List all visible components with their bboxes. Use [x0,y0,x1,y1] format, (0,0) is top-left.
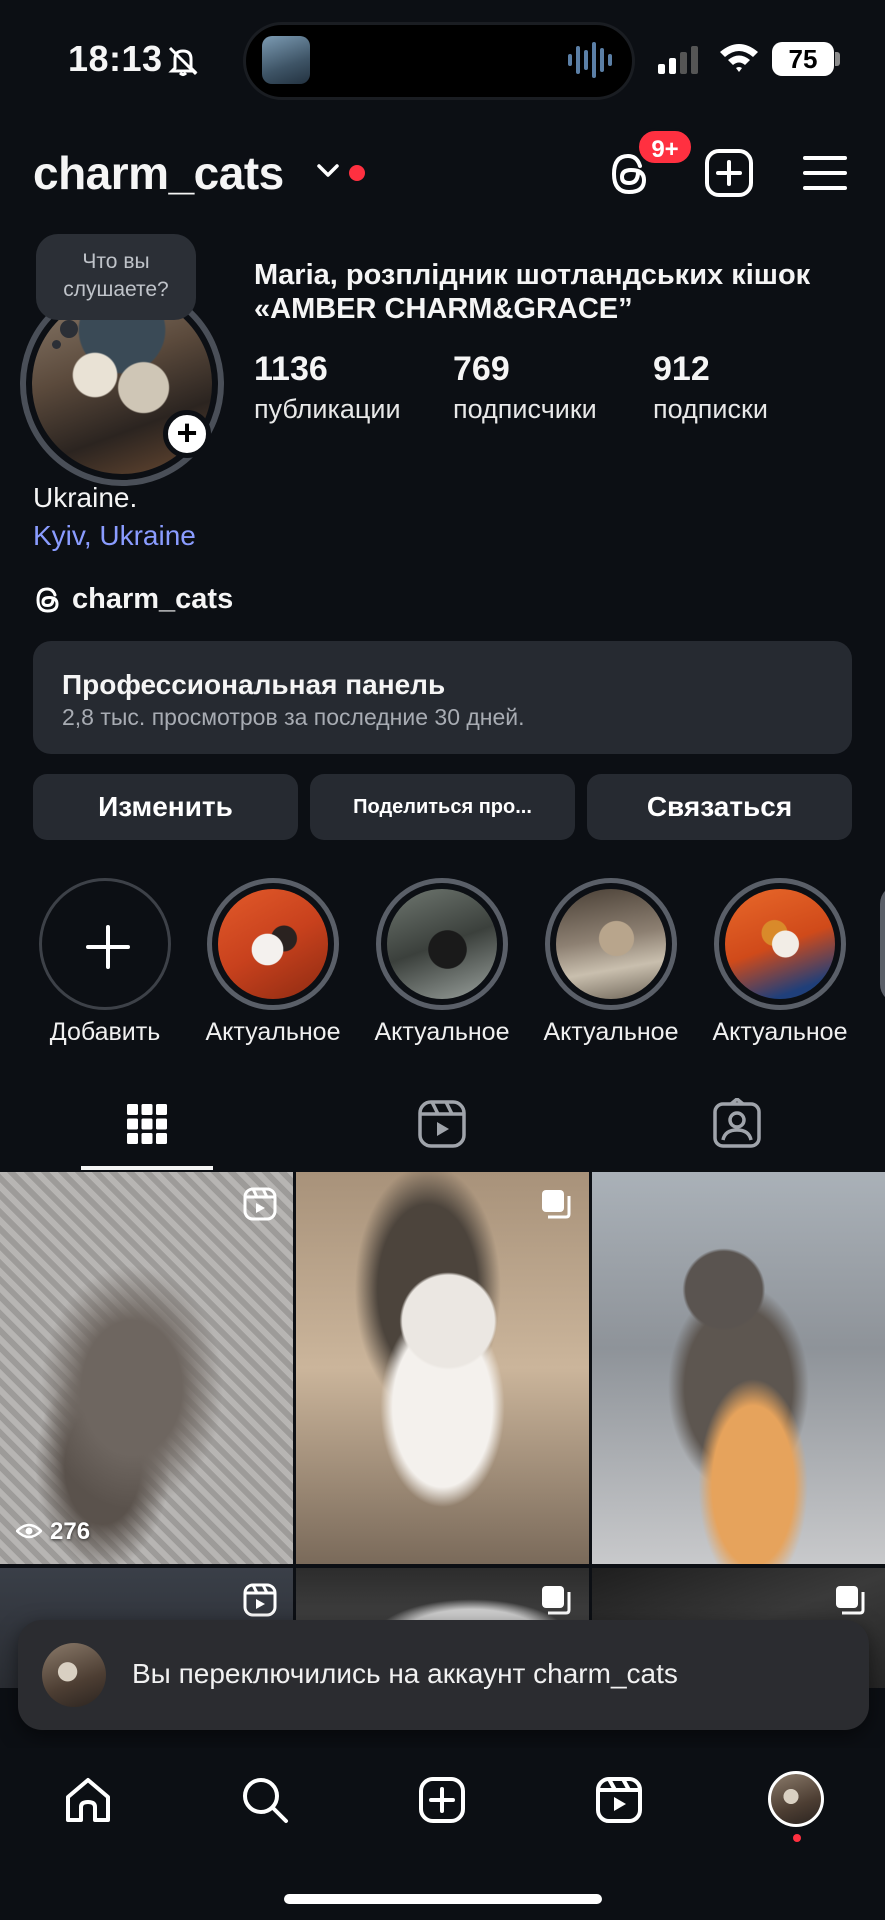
reel-indicator-icon [243,1583,277,1617]
account-switcher-username[interactable]: charm_cats [33,146,284,200]
create-post-icon[interactable] [704,148,754,198]
new-activity-dot [349,165,365,181]
views-count: 276 [50,1518,91,1545]
highlight-item[interactable] [207,878,339,1010]
new-highlight-button[interactable] [39,878,171,1010]
highlight-cover [218,889,328,999]
highlight-label: Актуальное [712,1018,848,1046]
note-bubble-tail [60,320,78,338]
followers-count[interactable]: 769 [453,350,510,389]
active-tab-indicator [81,1166,213,1170]
views-eye-icon [16,1523,42,1539]
home-indicator[interactable] [284,1894,602,1904]
highlight-cover [725,889,835,999]
new-highlight-label: Добавить [49,1018,161,1046]
carousel-indicator-icon [836,1586,865,1615]
highlight-label: Актуальное [374,1018,510,1046]
status-time: 18:13 [68,38,163,79]
note-bubble-tail-small [52,340,61,349]
plus-icon [86,925,130,969]
note-bubble[interactable]: Что вы слушаете? [36,234,196,320]
profile-tab-avatar[interactable] [768,1771,824,1827]
chevron-down-icon[interactable] [315,160,341,182]
tagged-icon[interactable] [711,1098,763,1150]
followers-label[interactable]: подписчики [453,394,597,425]
reel-indicator-icon [243,1187,277,1221]
highlight-cover [387,889,497,999]
following-label[interactable]: подписки [653,394,768,425]
toast-message: Вы переключились на аккаунт charm_cats [132,1658,678,1689]
grid-icon[interactable] [121,1098,173,1150]
audio-waveform-icon [568,42,612,78]
post-thumbnail[interactable] [296,1172,589,1564]
contact-button[interactable]: Связаться [587,774,852,840]
reels-icon[interactable] [416,1098,468,1150]
highlight-cover [556,889,666,999]
post-thumbnail[interactable] [592,1172,885,1564]
highlight-label: Актуальное [543,1018,679,1046]
professional-dashboard-subtitle: 2,8 тыс. просмотров за последние 30 дней… [62,704,525,730]
highlight-item[interactable] [714,878,846,1010]
carousel-indicator-icon [542,1586,571,1615]
share-profile-button[interactable]: Поделиться про... [310,774,575,840]
carousel-indicator-icon [542,1190,571,1219]
following-count[interactable]: 912 [653,350,710,389]
battery-level: 75 [772,42,834,76]
wifi-icon [720,44,758,72]
bio-text: Ukraine. [33,482,138,513]
home-icon[interactable] [63,1775,113,1825]
now-playing-thumbnail[interactable] [262,36,310,84]
post-thumbnail[interactable] [0,1172,293,1564]
create-icon[interactable] [417,1775,467,1825]
profile-notification-dot [793,1834,801,1842]
professional-dashboard-title: Профессиональная панель [62,669,446,700]
profile-full-name: Maria, розплідник шотландських кішок «AM… [254,259,811,325]
highlight-item-partial[interactable] [880,884,885,1004]
reels-nav-icon[interactable] [594,1775,644,1825]
edit-profile-button[interactable]: Изменить [33,774,298,840]
highlight-label: Актуальное [205,1018,341,1046]
toast-avatar [42,1643,106,1707]
location-link[interactable]: Kyiv, Ukraine [33,520,196,552]
menu-icon[interactable] [803,153,847,193]
bell-muted-icon [168,46,198,76]
add-story-icon[interactable]: + [163,410,211,458]
threads-icon[interactable] [33,584,63,616]
cellular-signal-icon [658,46,698,74]
threads-profile-link[interactable]: charm_cats [72,583,233,616]
highlight-item[interactable] [376,878,508,1010]
highlight-item[interactable] [545,878,677,1010]
notification-badge: 9+ [636,128,694,166]
battery-cap [835,52,840,66]
search-icon[interactable] [240,1775,290,1825]
posts-label[interactable]: публикации [254,394,401,425]
posts-count[interactable]: 1136 [254,350,328,389]
